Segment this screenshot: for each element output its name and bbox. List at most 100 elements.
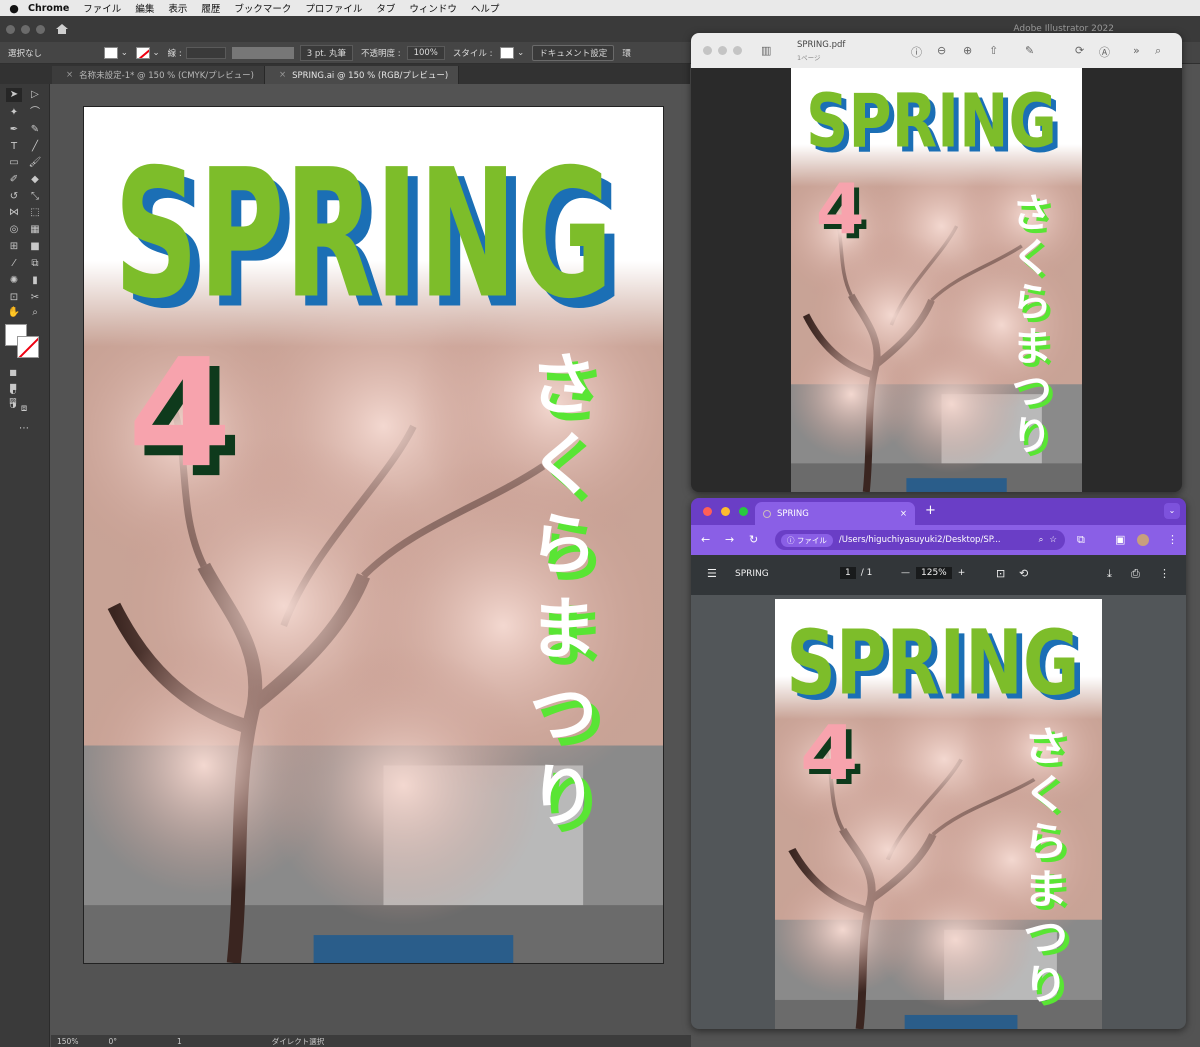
artboard-canvas[interactable]: SPRING SPRING 4 4 さ さ く く ら ら ま ま つ つ り … [51, 84, 691, 1035]
style-swatch[interactable]: ⌄ [500, 46, 524, 59]
menu-profiles[interactable]: プロファイル [305, 1, 362, 15]
avatar[interactable] [1137, 534, 1149, 546]
eraser-tool-icon[interactable]: ◆ [27, 173, 43, 187]
back-icon[interactable]: ← [701, 533, 710, 546]
bookmark-star-icon[interactable]: ☆ [1049, 535, 1057, 545]
fill-swatch[interactable]: ⌄ [104, 46, 128, 59]
magic-wand-tool-icon[interactable]: ✦ [6, 106, 22, 120]
page-number-input[interactable]: 1 [840, 567, 856, 579]
more-icon[interactable]: » [1133, 44, 1140, 57]
selection-tool-icon[interactable]: ➤ [6, 88, 22, 102]
zoom-in-button[interactable]: + [958, 568, 966, 578]
hand-tool-icon[interactable]: ✋ [6, 306, 22, 320]
chrome-close-button[interactable] [703, 507, 712, 516]
screen-mode-icon[interactable]: ⧈ [16, 402, 32, 416]
opacity-input[interactable]: 100% [406, 45, 445, 60]
window-zoom-button[interactable] [36, 24, 45, 34]
rotate-tool-icon[interactable]: ↺ [6, 190, 22, 204]
menu-tab[interactable]: タブ [376, 1, 395, 15]
color-mode-icon[interactable]: ■ ■ ▨ [5, 366, 21, 405]
zoom-tool-icon[interactable]: ⌕ [27, 306, 43, 320]
chrome-zoom-button[interactable] [739, 507, 749, 516]
stroke-weight-dropdown[interactable] [185, 46, 226, 59]
home-icon[interactable] [55, 23, 69, 35]
direct-selection-tool-icon[interactable]: ▷ [27, 88, 43, 102]
draw-mode-icon[interactable]: ◐ ◑ [5, 384, 21, 409]
menu-window[interactable]: ウィンドウ [409, 1, 457, 15]
more-actions-icon[interactable]: ⋮ [1159, 567, 1170, 580]
window-minimize-button[interactable] [21, 24, 30, 34]
tab-untitled[interactable]: × 名称未設定-1* @ 150 % (CMYK/プレビュー) [52, 66, 265, 84]
chrome-minimize-button[interactable] [721, 507, 731, 516]
extensions-icon[interactable]: ⧉ [1077, 533, 1085, 547]
brush-dropdown[interactable]: 3 pt. 丸筆 [299, 44, 353, 61]
type-tool-icon[interactable]: T [6, 140, 22, 154]
tab-search-icon[interactable]: ⌄ [1164, 503, 1180, 519]
print-icon[interactable]: ⎙ [1131, 567, 1140, 581]
url-text[interactable]: /Users/higuchiyasuyuki2/Desktop/SP... [839, 535, 1001, 545]
menu-view[interactable]: 表示 [168, 1, 187, 15]
more-tools-icon[interactable]: ⋯ [16, 422, 32, 436]
address-bar[interactable]: ⓘ ファイル /Users/higuchiyasuyuki2/Desktop/S… [775, 530, 1065, 550]
forward-icon[interactable]: → [725, 533, 734, 546]
paintbrush-tool-icon[interactable]: 🖌 [27, 156, 43, 170]
rotation-value[interactable]: 0° [108, 1037, 117, 1046]
zoom-out-icon[interactable]: ⊖ [937, 44, 946, 57]
tab-spring[interactable]: × SPRING.ai @ 150 % (RGB/プレビュー) [265, 66, 460, 84]
scale-tool-icon[interactable]: ⤡ [27, 190, 43, 204]
symbol-sprayer-tool-icon[interactable]: ✺ [6, 274, 22, 288]
search-icon[interactable]: ⌕ [1155, 44, 1161, 58]
tab-close-icon[interactable]: × [900, 509, 907, 519]
blend-tool-icon[interactable]: ⧉ [27, 257, 43, 271]
menu-file[interactable]: ファイル [83, 1, 121, 15]
zoom-level[interactable]: 150% [57, 1037, 78, 1046]
slice-tool-icon[interactable]: ✂ [27, 291, 43, 305]
fill-stroke-widget[interactable] [5, 324, 45, 360]
reload-icon[interactable]: ↻ [749, 533, 758, 546]
shape-builder-tool-icon[interactable]: ◎ [6, 223, 22, 237]
lasso-tool-icon[interactable]: ⌒ [27, 106, 43, 120]
line-tool-icon[interactable]: ╱ [27, 140, 43, 154]
outline-menu-icon[interactable]: ☰ [707, 567, 717, 580]
tab-close-icon[interactable]: × [66, 70, 73, 80]
pen-tool-icon[interactable]: ✒ [6, 123, 22, 137]
zoom-in-icon[interactable]: ⊕ [963, 44, 972, 57]
rotate-icon[interactable]: ⟲ [1019, 567, 1028, 580]
markup-icon[interactable]: ✎ [1025, 44, 1034, 57]
rectangle-tool-icon[interactable]: ▭ [6, 156, 22, 170]
artboard-tool-icon[interactable]: ⊡ [6, 291, 22, 305]
tab-close-icon[interactable]: × [279, 70, 286, 80]
menu-app-name[interactable]: Chrome [28, 3, 69, 14]
width-tool-icon[interactable]: ⋈ [6, 206, 22, 220]
tab-spring-pdf[interactable]: SPRING × [755, 502, 915, 525]
zoom-indicator-icon[interactable]: ⌕ [1039, 535, 1044, 545]
graph-tool-icon[interactable]: ▮ [27, 274, 43, 288]
apple-icon[interactable]: ● [0, 2, 28, 15]
artboard-number[interactable]: 1 [177, 1037, 182, 1046]
info-icon[interactable]: ⓘ [911, 44, 922, 60]
variable-width-dropdown[interactable] [231, 46, 294, 59]
preview-close-button[interactable] [703, 46, 712, 55]
free-transform-tool-icon[interactable]: ⬚ [27, 206, 43, 220]
chrome-menu-icon[interactable]: ⋮ [1167, 533, 1178, 546]
environment-button[interactable]: 環 [622, 47, 631, 59]
menu-history[interactable]: 履歴 [201, 1, 220, 15]
gradient-tool-icon[interactable]: ■ [27, 240, 43, 254]
eyedropper-tool-icon[interactable]: ⁄ [6, 257, 22, 271]
fit-page-icon[interactable]: ⊡ [996, 567, 1005, 580]
poster-artboard[interactable]: SPRING SPRING 4 4 さ さ く く ら ら ま ま つ つ り … [83, 106, 664, 964]
side-panel-icon[interactable]: ▣ [1115, 533, 1125, 546]
stroke-swatch[interactable]: ⌄ [135, 46, 160, 59]
rotate-icon[interactable]: ⟳ [1075, 44, 1084, 57]
preview-zoom-button[interactable] [733, 46, 742, 55]
new-tab-button[interactable]: + [925, 503, 936, 518]
menu-edit[interactable]: 編集 [135, 1, 154, 15]
stroke-color-box[interactable] [17, 336, 39, 358]
menu-bookmarks[interactable]: ブックマーク [234, 1, 291, 15]
sidebar-icon[interactable]: ▥ [761, 44, 771, 57]
shaper-tool-icon[interactable]: ✐ [6, 173, 22, 187]
mesh-tool-icon[interactable]: ⊞ [6, 240, 22, 254]
perspective-grid-tool-icon[interactable]: ▦ [27, 223, 43, 237]
document-settings-button[interactable]: ドキュメント設定 [532, 44, 615, 61]
annotate-icon[interactable]: Ⓐ [1099, 44, 1110, 60]
